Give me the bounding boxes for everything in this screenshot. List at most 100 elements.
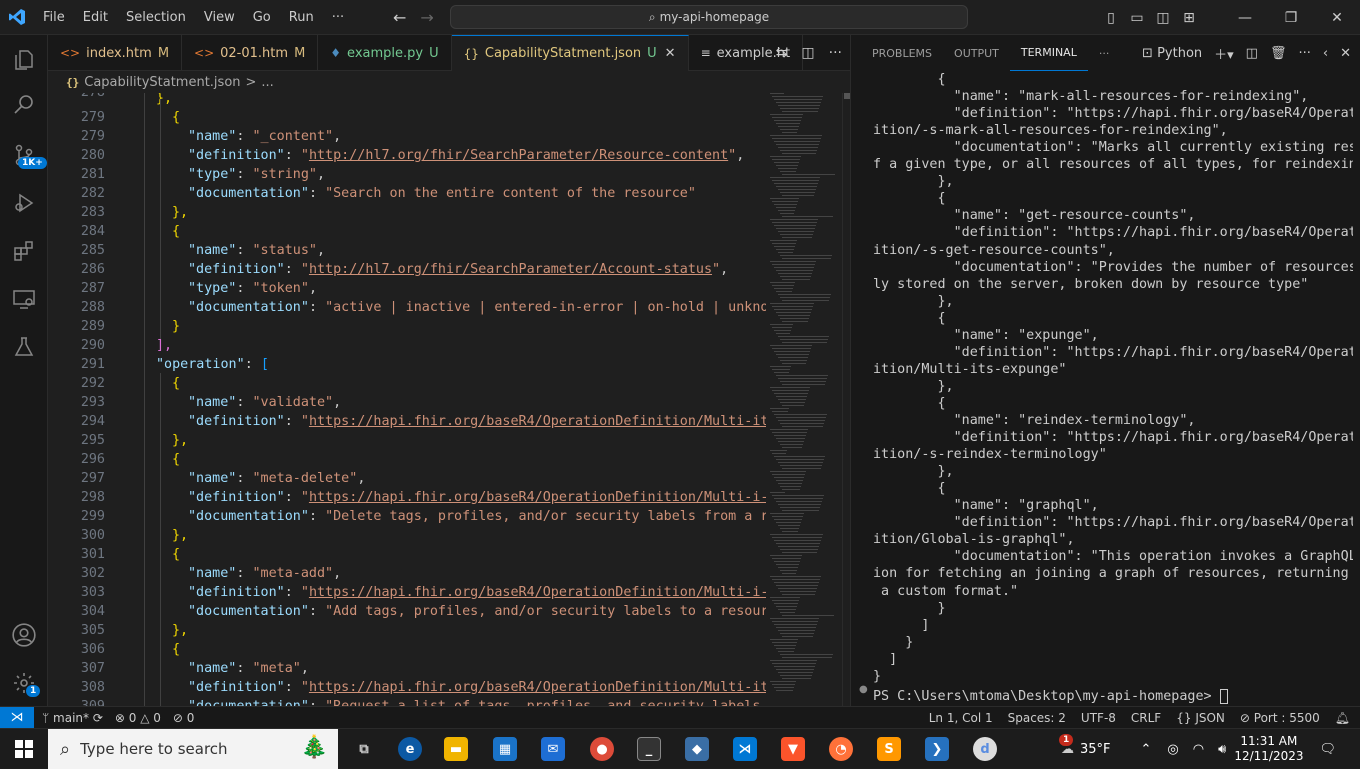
code-line[interactable]: 307 "name": "meta", [48,659,766,678]
terminal-shell-selector[interactable]: ⊡ Python [1142,46,1202,61]
close-panel-icon[interactable]: ✕ [1340,46,1351,61]
code-line[interactable]: 305}, [48,621,766,640]
ports-status[interactable]: ⊘ 0 [173,711,195,725]
menu-edit[interactable]: Edit [74,10,117,25]
menu-view[interactable]: View [195,10,244,25]
store-icon[interactable]: ▦ [493,737,517,761]
editor-tab-2[interactable]: ♦ example.py U [318,35,452,71]
tab-problems[interactable]: PROBLEMS [861,35,943,71]
command-center-search[interactable]: ⌕ my-api-homepage [450,5,968,29]
language-mode[interactable]: {} JSON [1176,711,1225,725]
testing-icon[interactable] [0,327,48,367]
code-line[interactable]: 282 "documentation": "Search on the entir… [48,184,766,203]
task-view-icon[interactable]: ⧉ [352,737,376,761]
code-line[interactable]: 299 "documentation": "Delete tags, profil… [48,507,766,526]
branch-status[interactable]: ᛘ main* ⟳ [42,711,103,725]
toggle-sidebar-icon[interactable]: ▯ [1098,10,1124,26]
explorer-icon[interactable] [0,40,48,80]
customize-layout-icon[interactable]: ⊞ [1176,10,1202,26]
code-line[interactable]: 290], [48,336,766,355]
code-line[interactable]: 278}, [48,93,766,108]
code-line[interactable]: 309 "documentation": "Request a list of t… [48,697,766,706]
file-explorer-icon[interactable]: ▬ [444,737,468,761]
cursor-position[interactable]: Ln 1, Col 1 [929,711,993,725]
app-d-icon[interactable]: d [973,737,997,761]
split-editor-icon[interactable]: ◫ [801,45,814,61]
windows-start-icon[interactable] [0,729,48,769]
code-line[interactable]: 289} [48,317,766,336]
toggle-panel-icon[interactable]: ▭ [1124,10,1150,26]
breadcrumb-more[interactable]: ... [261,75,273,90]
volume-icon[interactable]: 🔊︎ [1218,742,1226,757]
minimap[interactable] [766,93,842,706]
code-line[interactable]: 287 "type": "token", [48,279,766,298]
clock[interactable]: 11:31 AM 12/11/2023 [1234,734,1303,764]
code-line[interactable]: 279 { [48,108,766,127]
kill-terminal-icon[interactable]: 🗑 [1270,46,1287,61]
remote-indicator-icon[interactable]: ⋊ [0,706,34,729]
source-control-icon[interactable]: 1K+ [0,135,48,175]
code-line[interactable]: 295}, [48,431,766,450]
code-line[interactable]: 284 { [48,222,766,241]
code-line[interactable]: 285 "name": "status", [48,241,766,260]
code-line[interactable]: 300}, [48,526,766,545]
end-of-line[interactable]: CRLF [1131,711,1161,725]
brave-icon[interactable]: ▼ [781,737,805,761]
code-line[interactable]: 292 { [48,374,766,393]
chrome-icon[interactable]: ● [590,737,614,761]
code-line[interactable]: 281 "type": "string", [48,165,766,184]
meet-now-icon[interactable]: ◎ [1167,742,1178,757]
python-icon[interactable]: ◆ [685,737,709,761]
menu-run[interactable]: Run [280,10,323,25]
cmd-icon[interactable]: _ [637,737,661,761]
terminal-output[interactable]: { "name": "mark-all-resources-for-reinde… [873,71,1353,742]
taskbar-search[interactable]: ⌕ Type here to search 🎄 [48,729,338,769]
tray-overflow-icon[interactable]: ⌃ [1141,742,1152,757]
extensions-icon[interactable] [0,231,48,271]
collapse-panel-icon[interactable]: ‹ [1323,46,1328,61]
menu-file[interactable]: File [34,10,74,25]
editor-scrollbar[interactable] [842,93,850,706]
code-line[interactable]: 302 "name": "meta-add", [48,564,766,583]
editor-tab-1[interactable]: <> 02-01.htm M [182,35,319,71]
mail-icon[interactable]: ✉ [541,737,565,761]
code-editor[interactable]: 278}, 279 {279 "name": "_content", 280 "defin… [48,93,766,706]
breadcrumb-file[interactable]: CapabilityStatment.json [84,75,240,90]
code-line[interactable]: 286 "definition": "http://hl7.org/fhir/Se… [48,260,766,279]
back-arrow-icon[interactable]: ← [393,8,420,27]
code-line[interactable]: 296 { [48,450,766,469]
code-line[interactable]: 303 "definition": "https://hapi.fhir.org/… [48,583,766,602]
editor-tab-0[interactable]: <> index.htm M [48,35,183,71]
panel-more-button[interactable]: ··· [1088,35,1121,71]
notification-center-icon[interactable]: 🗨︎ [1319,742,1336,757]
notifications-icon[interactable]: 🔔︎ [1335,711,1350,725]
toggle-secondary-sidebar-icon[interactable]: ◫ [1150,10,1176,26]
search-view-icon[interactable] [0,85,48,125]
code-line[interactable]: 298 "definition": "https://hapi.fhir.org/… [48,488,766,507]
code-line[interactable]: 279 "name": "_content", [48,127,766,146]
split-terminal-icon[interactable]: ◫ [1246,46,1258,61]
tab-terminal[interactable]: TERMINAL [1009,35,1088,71]
more-actions-icon[interactable]: ··· [1298,46,1310,61]
powershell-icon[interactable]: ❯ [925,737,949,761]
code-line[interactable]: 288 "documentation": "active | inactive |… [48,298,766,317]
code-line[interactable]: 308 "definition": "https://hapi.fhir.org/… [48,678,766,697]
code-line[interactable]: 301 { [48,545,766,564]
forward-arrow-icon[interactable]: → [420,8,447,27]
code-line[interactable]: 293 "name": "validate", [48,393,766,412]
indentation[interactable]: Spaces: 2 [1008,711,1066,725]
sync-icon[interactable]: ⟳ [93,711,103,725]
menu-more[interactable]: ··· [323,10,353,25]
tab-output[interactable]: OUTPUT [943,35,1010,71]
run-debug-icon[interactable] [0,183,48,223]
edge-icon[interactable]: e [398,737,422,761]
code-line[interactable]: 297 "name": "meta-delete", [48,469,766,488]
weather-temp[interactable]: 35°F [1080,742,1111,757]
problems-status[interactable]: ⊗ 0 △ 0 [115,711,161,725]
remote-explorer-icon[interactable] [0,279,48,319]
code-line[interactable]: 291 "operation": [ [48,355,766,374]
manage-gear-icon[interactable]: 1 [0,663,48,703]
code-line[interactable]: 283}, [48,203,766,222]
accounts-icon[interactable] [0,615,48,655]
code-line[interactable]: 306 { [48,640,766,659]
